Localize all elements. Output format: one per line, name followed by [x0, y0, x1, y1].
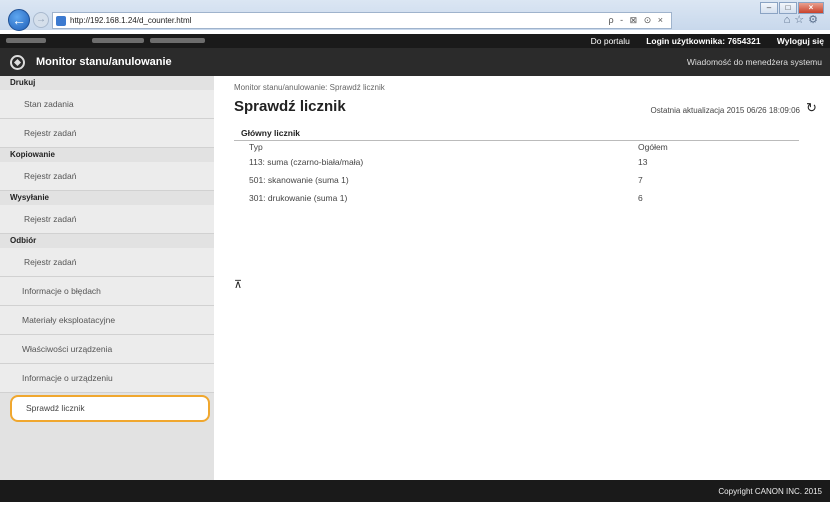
gear-icon[interactable]: ⚙: [808, 14, 822, 26]
main-content: Monitor stanu/anulowanie: Sprawdź liczni…: [214, 76, 830, 480]
sidebar-heading-receive: Odbiór: [0, 234, 214, 248]
section-title: Główny licznik: [234, 128, 799, 141]
counter-total: 13: [638, 157, 648, 167]
sidebar-item-consumables[interactable]: Materiały eksploatacyjne: [0, 306, 214, 335]
login-value: 7654321: [727, 36, 761, 46]
column-header-total: Ogółem: [638, 142, 668, 152]
sidebar-item-copy-job-log[interactable]: Rejestr zadań: [0, 162, 214, 191]
column-header-type: Typ: [249, 142, 263, 152]
last-update-text: Ostatnia aktualizacja 2015 06/26 18:09:0…: [650, 106, 800, 115]
top-bar-links: Do portalu Login użytkownika: 7654321 Wy…: [577, 36, 824, 46]
footer: Copyright CANON INC. 2015: [0, 480, 830, 502]
browser-toolbar-icons[interactable]: ⌂☆⚙: [784, 13, 822, 26]
table-row: 113: suma (czarno-biała/mała) 13: [234, 153, 799, 171]
table-row: 301: drukowanie (suma 1) 6: [234, 189, 799, 207]
sidebar-item-send-job-log[interactable]: Rejestr zadań: [0, 205, 214, 234]
minimize-button[interactable]: –: [760, 2, 778, 14]
monitor-logo-icon: [10, 55, 25, 70]
arrow-up-bar-icon[interactable]: ⊼: [234, 278, 242, 291]
page-title: Sprawdź licznik: [234, 98, 346, 115]
counter-type: 113: suma (czarno-biała/mała): [249, 157, 364, 167]
sidebar-item-print-job-status[interactable]: Stan zadania: [0, 90, 214, 119]
forward-button[interactable]: →: [33, 12, 49, 28]
admin-message-link[interactable]: Wiadomość do menedżera systemu: [687, 57, 822, 67]
counter-type: 301: drukowanie (suma 1): [249, 193, 348, 203]
redacted-text: [6, 38, 46, 43]
back-button[interactable]: ←: [8, 9, 30, 31]
url-text: http://192.168.1.24/d_counter.html: [70, 16, 192, 25]
sidebar-heading-print: Drukuj: [0, 76, 214, 90]
sidebar: Drukuj Stan zadania Rejestr zadań Kopiow…: [0, 76, 214, 480]
sidebar-item-device-features[interactable]: Właściwości urządzenia: [0, 335, 214, 364]
star-icon[interactable]: ☆: [794, 14, 808, 26]
table-row: 501: skanowanie (suma 1) 7: [234, 171, 799, 189]
address-bar[interactable]: http://192.168.1.24/d_counter.html ρ - ⊠…: [52, 12, 672, 29]
login-label-text: Login użytkownika:: [646, 36, 726, 46]
top-bar: Do portalu Login użytkownika: 7654321 Wy…: [0, 34, 830, 48]
sidebar-heading-copy: Kopiowanie: [0, 148, 214, 162]
address-tools[interactable]: ρ - ⊠ ⊙ ×: [609, 15, 665, 26]
page-icon: [56, 16, 66, 26]
logout-link[interactable]: Wyloguj się: [777, 36, 824, 46]
main-counter-section: Główny licznik Typ Ogółem 113: suma (cza…: [234, 128, 799, 207]
breadcrumb: Monitor stanu/anulowanie: Sprawdź liczni…: [234, 83, 385, 92]
counter-total: 7: [638, 175, 643, 185]
redacted-text: [92, 38, 144, 43]
counter-total: 6: [638, 193, 643, 203]
copyright-text: Copyright CANON INC. 2015: [718, 487, 822, 496]
sidebar-item-error-info[interactable]: Informacje o błędach: [0, 277, 214, 306]
sidebar-item-check-counter[interactable]: Sprawdź licznik: [10, 395, 210, 422]
counter-table: Typ Ogółem 113: suma (czarno-biała/mała)…: [234, 141, 799, 207]
login-label: Login użytkownika: 7654321: [646, 36, 760, 46]
counter-type: 501: skanowanie (suma 1): [249, 175, 349, 185]
redacted-text: [150, 38, 205, 43]
sidebar-item-receive-job-log[interactable]: Rejestr zadań: [0, 248, 214, 277]
refresh-icon[interactable]: ↻: [806, 101, 820, 115]
app-header: Monitor stanu/anulowanie Wiadomość do me…: [0, 48, 830, 76]
sidebar-heading-send: Wysyłanie: [0, 191, 214, 205]
app-title: Monitor stanu/anulowanie: [36, 56, 172, 68]
portal-link[interactable]: Do portalu: [591, 36, 630, 46]
table-header-row: Typ Ogółem: [234, 141, 799, 153]
sidebar-item-print-job-log[interactable]: Rejestr zadań: [0, 119, 214, 148]
home-icon[interactable]: ⌂: [784, 14, 795, 26]
sidebar-item-device-info[interactable]: Informacje o urządzeniu: [0, 364, 214, 393]
